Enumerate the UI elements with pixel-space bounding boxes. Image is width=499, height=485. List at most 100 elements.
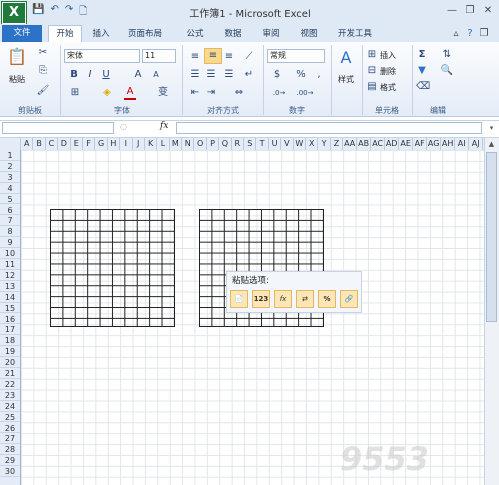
select-all-corner[interactable] [0, 138, 21, 150]
column-header[interactable]: A [21, 138, 34, 150]
italic-button[interactable]: I [84, 68, 96, 82]
column-header[interactable]: S [244, 138, 257, 150]
column-header[interactable]: E [71, 138, 83, 150]
row-header[interactable]: 21 [0, 368, 20, 379]
row-header[interactable]: 8 [0, 226, 20, 238]
styles-button[interactable]: 样式 [334, 74, 358, 85]
column-header[interactable]: D [58, 138, 71, 150]
styles-icon[interactable]: A [336, 48, 356, 68]
column-header[interactable]: W [294, 138, 306, 150]
row-header[interactable]: 13 [0, 281, 20, 292]
row-header[interactable]: 24 [0, 401, 20, 412]
column-header[interactable]: AB [357, 138, 372, 150]
shrink-font-button[interactable]: A [150, 68, 162, 82]
column-header[interactable]: M [170, 138, 183, 150]
align-bottom-icon[interactable]: ≡ [222, 50, 236, 64]
column-header[interactable]: AC [371, 138, 386, 150]
row-header[interactable]: 27 [0, 433, 20, 445]
column-header[interactable]: Y [318, 138, 331, 150]
row-header[interactable]: 9 [0, 237, 20, 249]
find-select-icon[interactable]: 🔍 [440, 64, 454, 78]
orientation-icon[interactable]: ⟋ [242, 50, 256, 64]
row-header[interactable]: 17 [0, 324, 20, 336]
align-right-icon[interactable]: ☰ [222, 68, 236, 82]
row-header[interactable]: 28 [0, 444, 20, 456]
font-color-button[interactable]: A [124, 86, 136, 100]
increase-indent-icon[interactable]: ⇥ [204, 86, 218, 100]
column-header[interactable]: AD [385, 138, 400, 150]
column-header[interactable]: AH [441, 138, 456, 150]
column-header[interactable]: P [207, 138, 220, 150]
paste-option-formatting[interactable]: % [318, 290, 336, 308]
expand-formula-bar-icon[interactable]: ▾ [486, 124, 497, 134]
format-cells-icon[interactable]: ▤ [366, 80, 378, 94]
paste-option-transpose[interactable]: ⇄ [296, 290, 314, 308]
tab-file[interactable]: 文件 [2, 25, 42, 42]
column-header[interactable]: AI [455, 138, 470, 150]
column-header[interactable]: AA [343, 138, 358, 150]
delete-cells-icon[interactable]: ⊟ [366, 64, 378, 78]
phonetic-button[interactable]: 变 [156, 86, 170, 100]
tab-developer[interactable]: 开发工具 [330, 26, 380, 42]
undo-icon[interactable]: ↶ [50, 4, 58, 20]
column-header[interactable]: L [157, 138, 170, 150]
tab-formulas[interactable]: 公式 [180, 26, 210, 42]
column-header[interactable]: T [256, 138, 269, 150]
row-header[interactable]: 29 [0, 455, 20, 467]
column-header[interactable]: C [46, 138, 59, 150]
formula-input[interactable] [176, 122, 482, 134]
row-header[interactable]: 1 [0, 150, 20, 161]
merge-center-icon[interactable]: ⇔ [230, 86, 248, 100]
column-header[interactable]: I [120, 138, 133, 150]
insert-function-button[interactable]: fx [160, 121, 168, 131]
delete-cells-button[interactable]: 删除 [380, 66, 396, 77]
minimize-icon[interactable]: — [445, 4, 459, 18]
autosum-button[interactable]: Σ [416, 48, 428, 62]
excel-icon[interactable]: X [2, 2, 26, 24]
align-middle-icon[interactable]: ≡ [204, 48, 222, 64]
row-header[interactable]: 5 [0, 194, 20, 205]
row-header[interactable]: 19 [0, 346, 20, 358]
row-header[interactable]: 20 [0, 357, 20, 368]
align-center-icon[interactable]: ☰ [204, 68, 218, 82]
fill-icon[interactable]: ▼ [416, 64, 428, 78]
column-header[interactable]: R [232, 138, 245, 150]
font-size-select[interactable]: 11 [142, 49, 176, 63]
tab-data[interactable]: 数据 [218, 26, 248, 42]
column-header[interactable]: AJ [469, 138, 484, 150]
column-header[interactable]: N [182, 138, 195, 150]
restore-workbook-icon[interactable]: ❐ [477, 27, 491, 41]
restore-icon[interactable]: ❐ [463, 4, 477, 18]
help-icon[interactable]: ? [463, 27, 477, 41]
fill-color-icon[interactable]: ◈ [100, 86, 114, 100]
row-header[interactable]: 7 [0, 215, 20, 227]
tab-view[interactable]: 视图 [294, 26, 324, 42]
column-header[interactable]: K [145, 138, 158, 150]
paste-option-formulas[interactable]: fx [274, 290, 292, 308]
percent-button[interactable]: % [294, 68, 308, 82]
tab-page-layout[interactable]: 页面布局 [120, 26, 170, 42]
column-header[interactable]: U [269, 138, 282, 150]
paste-option-keep-source[interactable]: 📄 [230, 290, 248, 308]
paste-option-values[interactable]: 123 [252, 290, 270, 308]
wrap-text-icon[interactable]: ↵ [242, 68, 256, 82]
column-header[interactable]: X [306, 138, 319, 150]
paste-option-link[interactable]: 🔗 [340, 290, 358, 308]
bold-button[interactable]: B [68, 68, 80, 82]
paste-icon[interactable]: 📋 [6, 46, 28, 68]
row-header[interactable]: 30 [0, 466, 20, 477]
row-header[interactable]: 2 [0, 161, 20, 172]
format-painter-icon[interactable]: 🖌 [36, 84, 50, 98]
tab-review[interactable]: 审阅 [256, 26, 286, 42]
column-header[interactable]: AG [427, 138, 442, 150]
column-header[interactable]: F [83, 138, 96, 150]
row-header[interactable]: 18 [0, 335, 20, 347]
number-format-select[interactable]: 常规 [267, 49, 325, 63]
save-icon[interactable]: 💾 [32, 4, 44, 20]
close-icon[interactable]: ✕ [481, 4, 495, 18]
column-header[interactable]: Q [219, 138, 232, 150]
column-header[interactable]: B [33, 138, 46, 150]
row-header[interactable]: 22 [0, 379, 20, 390]
row-header[interactable]: 14 [0, 292, 20, 303]
decrease-decimal-icon[interactable]: .00→ [296, 86, 314, 100]
